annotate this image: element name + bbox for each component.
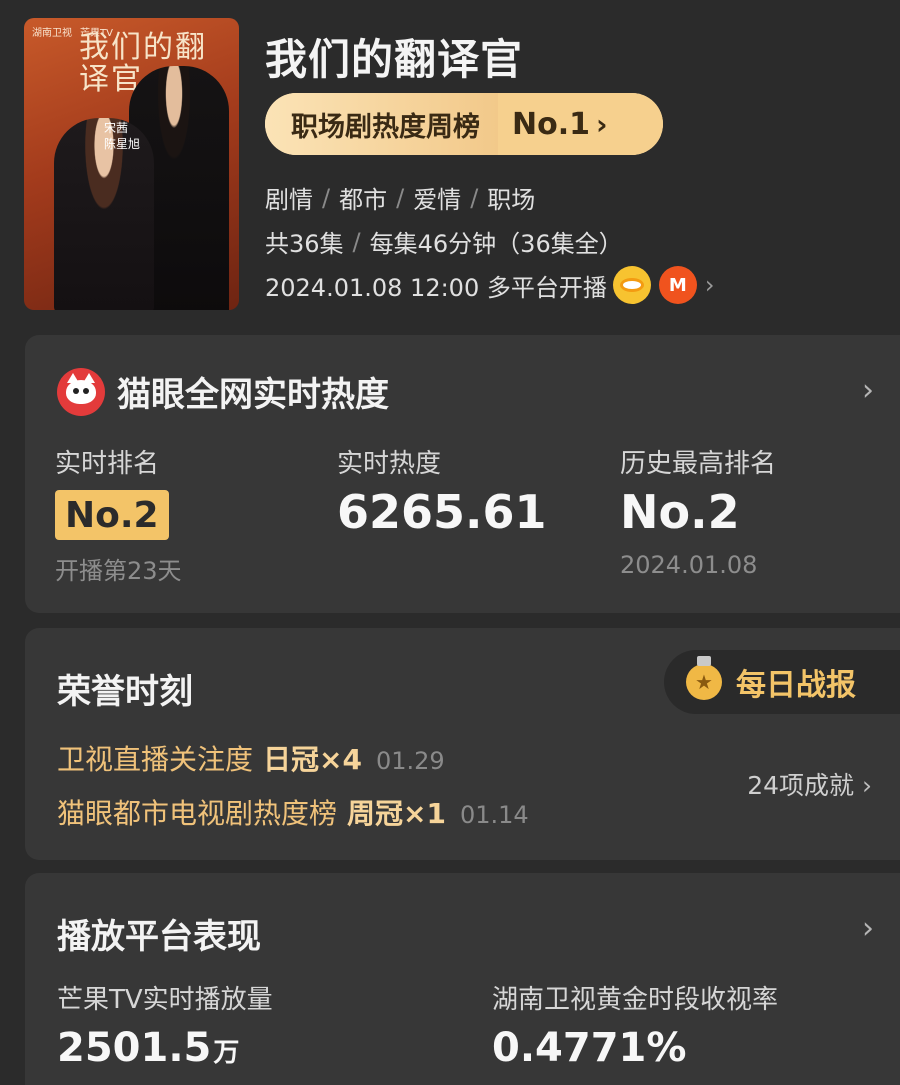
- honor-name: 卫视直播关注度: [57, 743, 254, 776]
- realtime-rank-badge: No.2: [55, 490, 169, 540]
- weekly-rank-value: No.1: [512, 106, 590, 142]
- mango-play-count: 2501.5万: [57, 1025, 239, 1071]
- realtime-rank-value: No.2: [65, 494, 159, 536]
- honor-card: 荣誉时刻 ★ 每日战报 卫视直播关注度 日冠×4 01.29 猫眼都市电视剧热度…: [25, 628, 900, 860]
- daily-report-button[interactable]: ★ 每日战报: [664, 650, 900, 714]
- weekly-rank-label: 职场剧热度周榜: [265, 93, 498, 155]
- heat-card-title: 猫眼全网实时热度: [117, 375, 389, 415]
- chevron-right-icon: ›: [704, 271, 715, 299]
- highest-rank-value: No.2: [620, 485, 740, 539]
- drama-poster[interactable]: 湖南卫视 芒果TV 我们的翻译官 宋茜 陈星旭: [24, 18, 239, 310]
- episode-count: 共36集: [265, 230, 344, 258]
- stat-label: 实时热度: [337, 449, 442, 479]
- genre-tag: 爱情: [413, 186, 462, 214]
- stat-label: 实时排名: [55, 449, 160, 479]
- mango-tv-icon: M: [658, 266, 697, 304]
- metric-label: 芒果TV实时播放量: [57, 985, 273, 1015]
- genre-tag: 剧情: [265, 186, 313, 214]
- chevron-right-icon[interactable]: ›: [862, 373, 874, 408]
- daily-report-label: 每日战报: [736, 668, 856, 703]
- metric-value: 0.4771%: [492, 1025, 687, 1071]
- episode-duration: 每集46分钟（36集全）: [369, 230, 623, 258]
- hunan-tv-icon: [612, 266, 651, 304]
- metric-label: 湖南卫视黄金时段收视率: [492, 985, 779, 1015]
- genre-tags: 剧情 / 都市 / 爱情 / 职场: [265, 180, 535, 215]
- achievements-link[interactable]: 24项成就 ›: [747, 766, 872, 802]
- premiere-row[interactable]: 2024.01.08 12:00 多平台开播 M ›: [265, 266, 714, 304]
- honor-date: 01.29: [375, 747, 445, 775]
- divider: /: [470, 183, 479, 212]
- maoyan-cat-icon: [57, 368, 105, 416]
- episode-info: 共36集 / 每集46分钟（36集全）: [265, 224, 623, 259]
- honor-item[interactable]: 卫视直播关注度 日冠×4 01.29: [57, 738, 445, 778]
- honor-card-title: 荣誉时刻: [57, 672, 193, 712]
- drama-title: 我们的翻译官: [265, 35, 524, 84]
- honor-date: 01.14: [459, 801, 529, 829]
- realtime-heat-value: 6265.61: [337, 485, 547, 539]
- weekly-rank-value-wrap: No.1 ›: [498, 93, 663, 155]
- premiere-text: 2024.01.08 12:00 多平台开播: [265, 273, 607, 302]
- divider: /: [396, 183, 405, 212]
- divider: /: [352, 227, 361, 256]
- days-since-premiere: 开播第23天: [55, 557, 182, 585]
- stat-label: 历史最高排名: [620, 449, 777, 479]
- honor-name: 猫眼都市电视剧热度榜: [57, 797, 338, 830]
- poster-logo-left: 湖南卫视: [32, 28, 72, 39]
- divider: /: [322, 183, 331, 212]
- honor-crown: 日冠×4: [263, 743, 362, 776]
- maoyan-heat-card[interactable]: 猫眼全网实时热度 › 实时排名 No.2 开播第23天 实时热度 6265.61…: [25, 335, 900, 613]
- chevron-right-icon: ›: [862, 771, 872, 800]
- weekly-rank-pill[interactable]: 职场剧热度周榜 No.1 ›: [265, 93, 663, 155]
- chevron-right-icon: ›: [596, 107, 608, 141]
- platform-card-title: 播放平台表现: [57, 917, 261, 957]
- genre-tag: 都市: [339, 186, 388, 214]
- highest-rank-date: 2024.01.08: [620, 551, 758, 579]
- poster-cast-name: 宋茜: [104, 121, 129, 135]
- platform-performance-card[interactable]: 播放平台表现 › 芒果TV实时播放量 2501.5万 湖南卫视黄金时段收视率 0…: [25, 873, 900, 1085]
- honor-item[interactable]: 猫眼都市电视剧热度榜 周冠×1 01.14: [57, 792, 529, 832]
- honor-crown: 周冠×1: [347, 797, 446, 830]
- poster-cast-names: 宋茜 陈星旭: [104, 120, 140, 152]
- hunan-rating-value: 0.4771%: [492, 1025, 686, 1071]
- chevron-right-icon[interactable]: ›: [862, 911, 874, 946]
- poster-cast-name: 陈星旭: [104, 137, 141, 151]
- achievements-label: 24项成就: [747, 771, 854, 800]
- medal-icon: ★: [686, 656, 722, 700]
- metric-value: 2501.5: [57, 1025, 212, 1071]
- genre-tag: 职场: [487, 186, 536, 214]
- metric-unit: 万: [213, 1038, 240, 1068]
